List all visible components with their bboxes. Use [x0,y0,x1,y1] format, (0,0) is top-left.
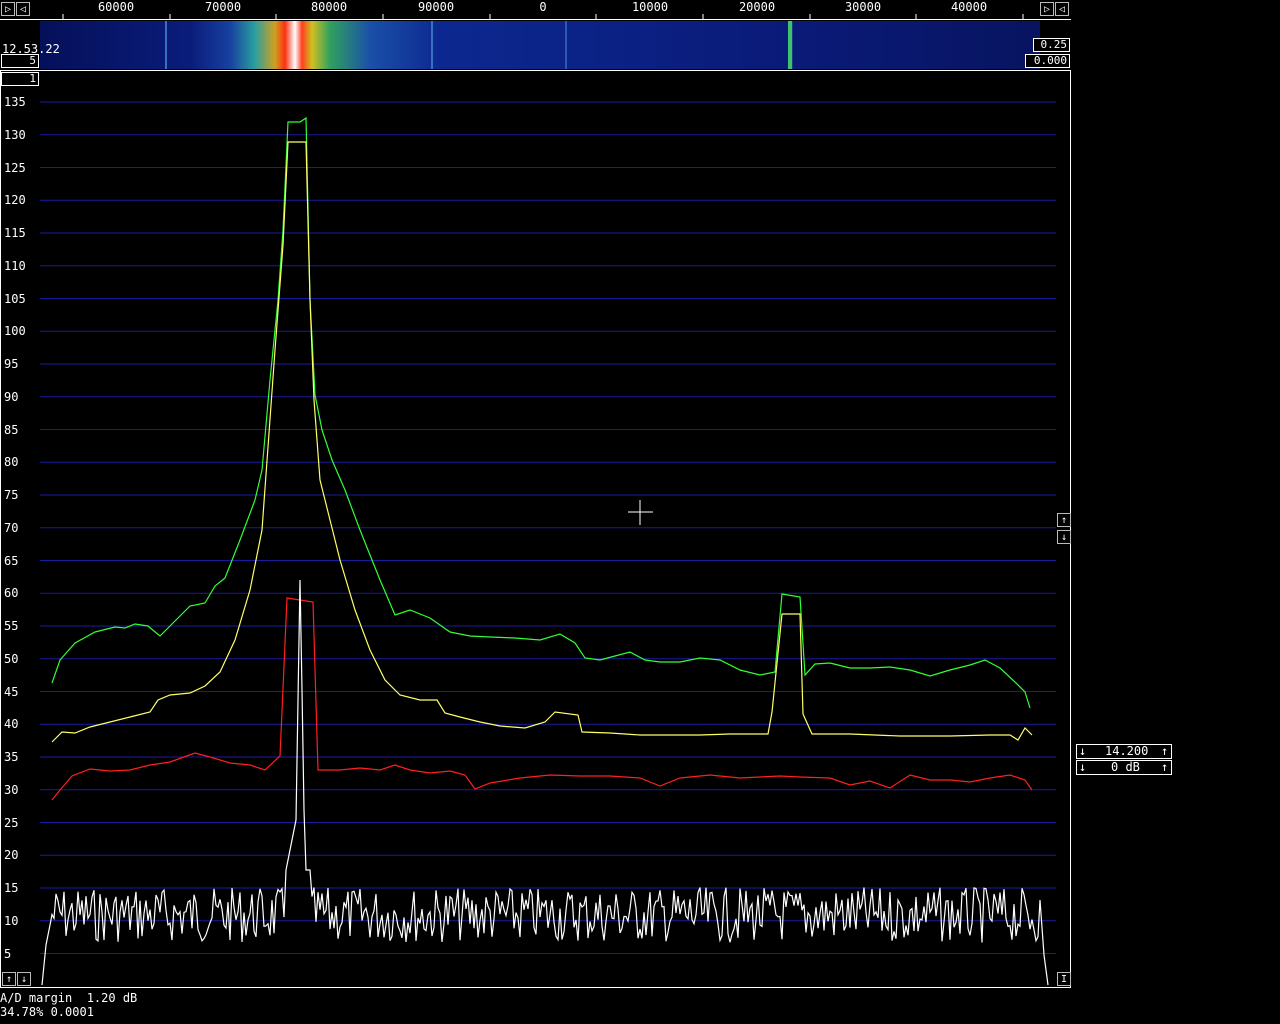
db-up-button[interactable]: ↑ [1161,761,1168,774]
bottom-right-button[interactable]: I [1057,972,1071,986]
arrow-up-icon: ↑ [5,974,13,985]
red-trace [51,597,1033,801]
side-db: 0 dB [1111,760,1140,774]
bar-icon: I [1060,974,1068,985]
db-down-button[interactable]: ↓ [1079,761,1086,774]
side-value: 14.200 [1105,744,1149,758]
bottom-up-button[interactable]: ↑ [2,972,16,986]
yellow-trace [51,141,1033,743]
scale-down-button[interactable]: ↓ [1057,530,1071,544]
ad-margin-text: A/D margin 1.20 dB [0,991,138,1005]
crosshair-cursor [628,500,653,525]
side-value-row: ↓ 14.200 ↑ [1076,744,1172,759]
side-panel: ↓ 14.200 ↑ ↓ 0 dB ↑ [1076,744,1172,776]
scale-up-button[interactable]: ↑ [1057,513,1071,527]
spectrum-traces [41,116,1049,986]
white-trace [41,579,1049,986]
arrow-down-icon: ↓ [20,974,28,985]
bottom-down-button[interactable]: ↓ [17,972,31,986]
value-down-button[interactable]: ↓ [1079,745,1086,758]
side-db-row: ↓ 0 dB ↑ [1076,760,1172,775]
arrow-up-icon: ↑ [1060,515,1068,526]
status-percent-text: 34.78% 0.0001 [0,1005,94,1019]
arrow-down-icon: ↓ [1060,532,1068,543]
value-up-button[interactable]: ↑ [1161,745,1168,758]
green-trace [51,116,1031,709]
